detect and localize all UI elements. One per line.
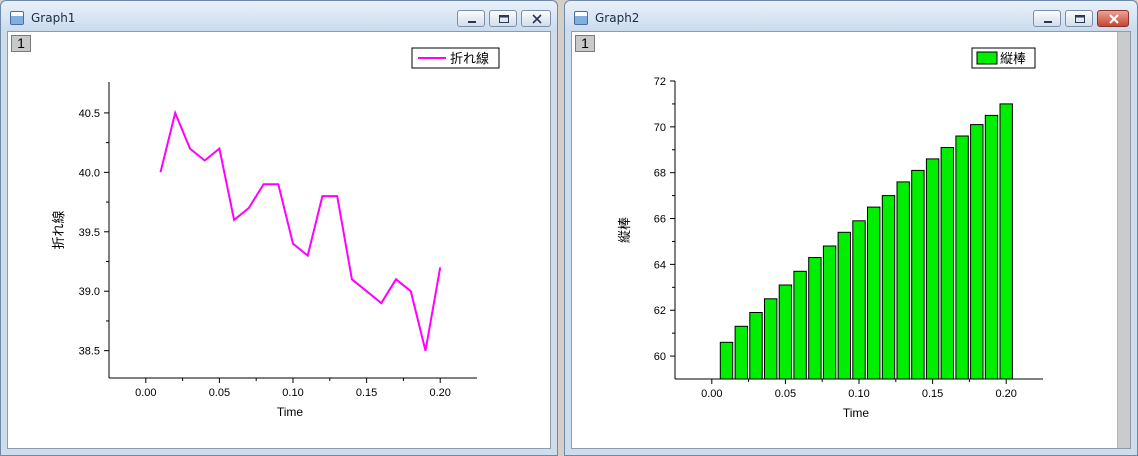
bar: [749, 312, 763, 380]
graph-window-icon[interactable]: [10, 11, 24, 25]
bar: [837, 231, 852, 380]
bar: [970, 124, 984, 380]
bar-chart: 0.00 0.05 0.10 0.15 0.20 60 62 64 66 68 70 72 Time 縦棒…: [617, 47, 1043, 420]
line-chart: 0.00 0.05 0.10 0.15 0.20 38.5 39.0 39.5 40.0 40.5…: [51, 47, 500, 419]
minimize-button[interactable]: [1033, 10, 1061, 27]
bar: [896, 181, 910, 380]
graph-window-icon[interactable]: [574, 11, 588, 25]
graph1-window: Graph1 1 0.00 0.05 0.10 0.15 0.20 38.5 39.0 39.…: [0, 0, 558, 456]
window-title: Graph2: [595, 11, 640, 25]
bar: [734, 325, 749, 380]
maximize-button[interactable]: [489, 10, 517, 27]
y-tick-label: 39.0: [79, 286, 100, 298]
x-tick-label: 0.10: [282, 387, 303, 399]
x-tick-label: 0.05: [209, 387, 230, 399]
maximize-icon: [499, 15, 509, 23]
bar: [881, 195, 896, 380]
x-tick-label: 0.00: [135, 387, 156, 399]
close-icon: [1109, 14, 1119, 24]
window-title: Graph1: [31, 11, 76, 25]
bar: [793, 270, 807, 380]
bar: [940, 147, 955, 380]
vertical-scrollbar[interactable]: [1117, 32, 1130, 448]
y-tick-label: 38.5: [79, 346, 100, 358]
legend-swatch: [976, 51, 998, 65]
x-tick-label: 0.00: [701, 388, 722, 400]
close-button[interactable]: [521, 10, 551, 27]
x-tick-label: 0.10: [848, 388, 869, 400]
bar: [764, 298, 778, 380]
y-tick-label: 64: [654, 259, 666, 271]
y-tick-label: 72: [654, 76, 666, 88]
y-tick-label: 60: [654, 351, 666, 363]
close-button[interactable]: [1097, 10, 1129, 27]
y-tick-label: 66: [654, 214, 666, 226]
x-tick-label: 0.20: [995, 388, 1016, 400]
bar: [719, 341, 734, 380]
minimize-icon: [1044, 21, 1052, 23]
bar: [822, 245, 837, 380]
close-icon: [532, 14, 542, 24]
series-line-folded: [159, 109, 442, 351]
bar: [867, 206, 881, 380]
x-axis-title: Time: [843, 406, 870, 420]
bar: [999, 103, 1013, 380]
graph2-client: 1 0.00 0.05 0.10 0.15 0.20 60 62 64 66 68 70 72 Time…: [571, 31, 1131, 449]
bar: [911, 169, 925, 380]
y-axis-title: 縦棒: [617, 217, 632, 243]
bar: [925, 158, 940, 380]
y-tick-label: 40.5: [79, 108, 100, 120]
graph1-client: 1 0.00 0.05 0.10 0.15 0.20 38.5 39.0 39.5 40.0 40…: [7, 31, 551, 449]
bar: [808, 257, 822, 380]
bar: [852, 220, 866, 380]
y-tick-label: 39.5: [79, 227, 100, 239]
legend-label: 折れ線: [450, 51, 489, 66]
x-tick-label: 0.20: [429, 387, 450, 399]
graph2-titlebar[interactable]: Graph2: [565, 1, 1137, 31]
graph2-window: Graph2 1 0.00 0.05 0.10 0.15 0.20 60 62 64 66 68 7…: [564, 0, 1138, 456]
maximize-icon: [1075, 15, 1085, 23]
minimize-icon: [468, 21, 476, 23]
x-tick-label: 0.15: [356, 387, 377, 399]
x-tick-label: 0.15: [922, 388, 943, 400]
bar: [984, 114, 999, 380]
bar: [778, 284, 793, 380]
y-axis-title: 折れ線: [51, 210, 66, 249]
graph1-titlebar[interactable]: Graph1: [1, 1, 557, 31]
maximize-button[interactable]: [1065, 10, 1093, 27]
bar: [955, 135, 969, 380]
y-tick-label: 70: [654, 122, 666, 134]
legend-label: 縦棒: [1000, 51, 1026, 66]
x-axis-title: Time: [277, 405, 304, 419]
y-tick-label: 40.0: [79, 167, 100, 179]
y-tick-label: 62: [654, 305, 666, 317]
y-tick-label: 68: [654, 168, 666, 180]
minimize-button[interactable]: [457, 10, 485, 27]
x-tick-label: 0.05: [775, 388, 796, 400]
